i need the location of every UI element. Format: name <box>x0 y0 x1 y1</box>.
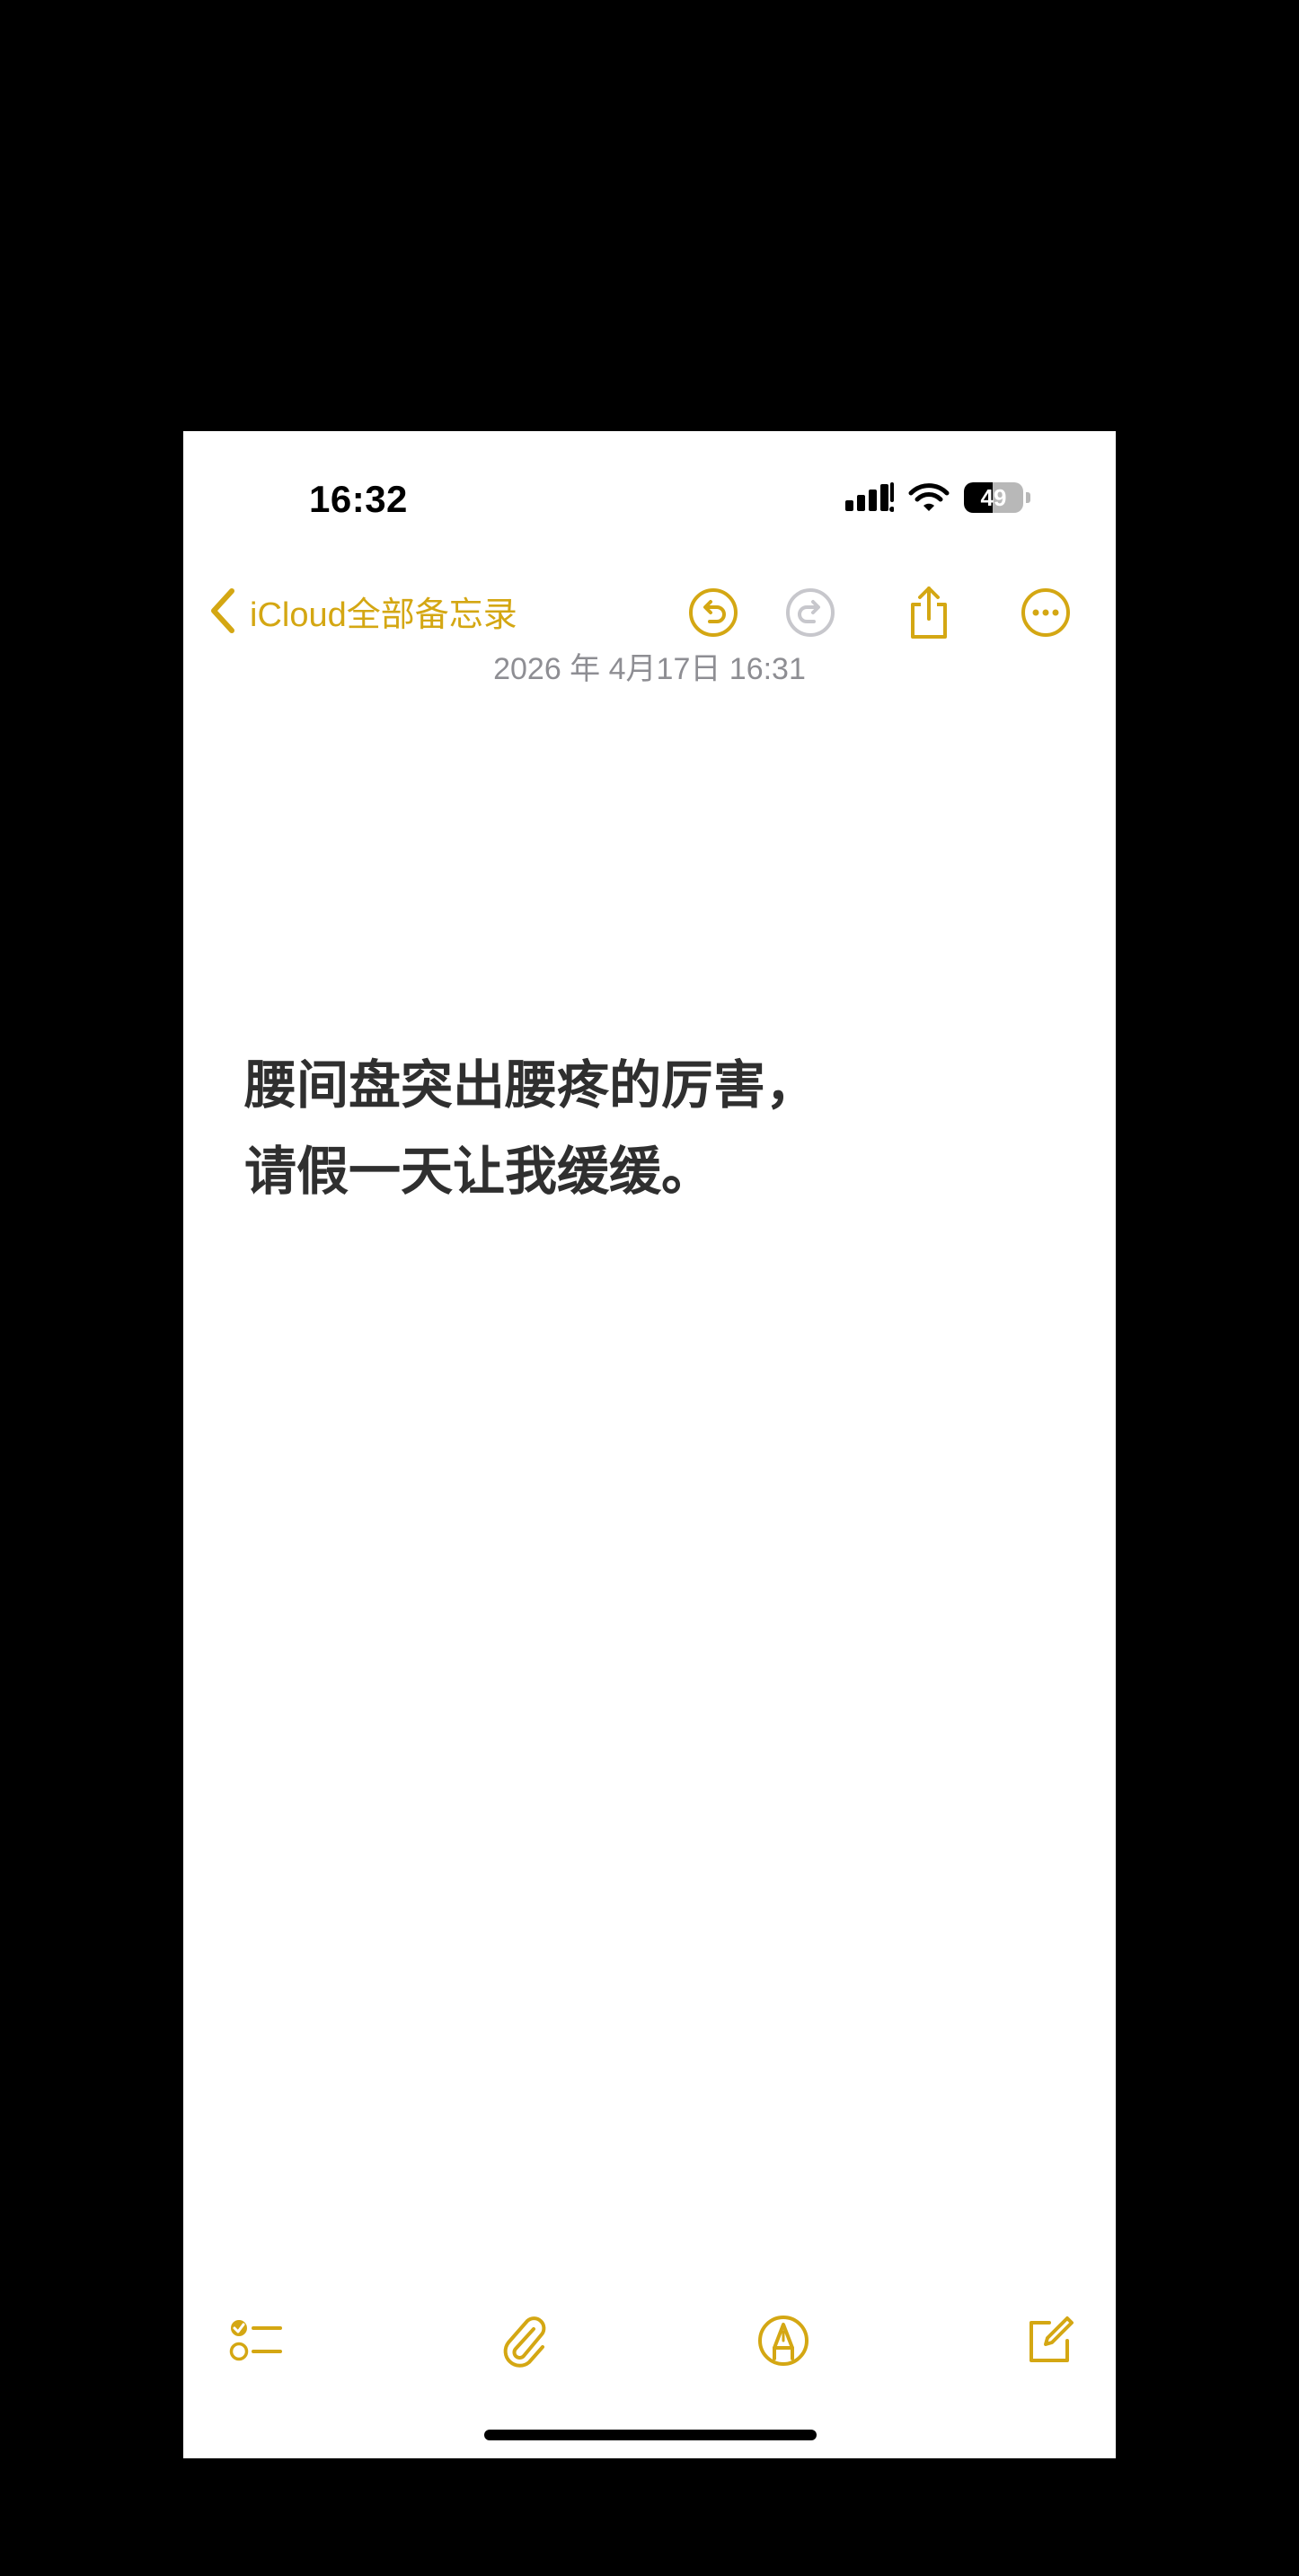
battery-cap <box>1026 492 1030 503</box>
navigation-bar: iCloud全部备忘录 <box>183 566 1116 647</box>
more-icon <box>1021 588 1070 637</box>
notes-screen: 16:32 49 iCloud全部备忘录 2026 年 4月17日 16:31 … <box>183 431 1116 2458</box>
status-icons: 49 <box>845 478 1030 517</box>
note-line: 腰间盘突出腰疼的厉害， <box>244 1054 818 1116</box>
checklist-icon <box>229 2320 282 2361</box>
checklist-button[interactable] <box>225 2308 289 2373</box>
cellular-signal-icon <box>845 482 894 512</box>
compose-icon <box>1029 2316 1074 2362</box>
status-time: 16:32 <box>309 478 408 520</box>
battery-percentage: 49 <box>980 483 1007 511</box>
markup-button[interactable] <box>751 2308 816 2373</box>
wifi-icon <box>908 483 950 511</box>
attachment-button[interactable] <box>492 2308 557 2373</box>
chevron-left-icon <box>211 588 234 633</box>
battery-icon: 49 <box>964 482 1023 513</box>
paperclip-icon <box>503 2316 546 2368</box>
undo-icon <box>689 588 738 637</box>
more-button[interactable] <box>1019 586 1073 640</box>
share-button[interactable] <box>902 586 956 640</box>
back-button-label: iCloud全部备忘录 <box>250 595 517 634</box>
home-indicator[interactable] <box>484 2430 817 2440</box>
redo-button[interactable] <box>783 586 837 640</box>
note-line: 请假一天让我缓缓。 <box>244 1141 714 1202</box>
note-date: 2026 年 4月17日 16:31 <box>493 652 806 686</box>
note-body[interactable]: 腰间盘突出腰疼的厉害， 请假一天让我缓缓。 <box>244 1042 1053 1214</box>
share-icon <box>911 587 947 639</box>
redo-icon <box>786 588 835 637</box>
undo-button[interactable] <box>686 586 740 640</box>
back-button[interactable]: iCloud全部备忘录 <box>208 586 517 636</box>
compose-button[interactable] <box>1017 2308 1082 2373</box>
markup-pen-icon <box>758 2316 809 2366</box>
